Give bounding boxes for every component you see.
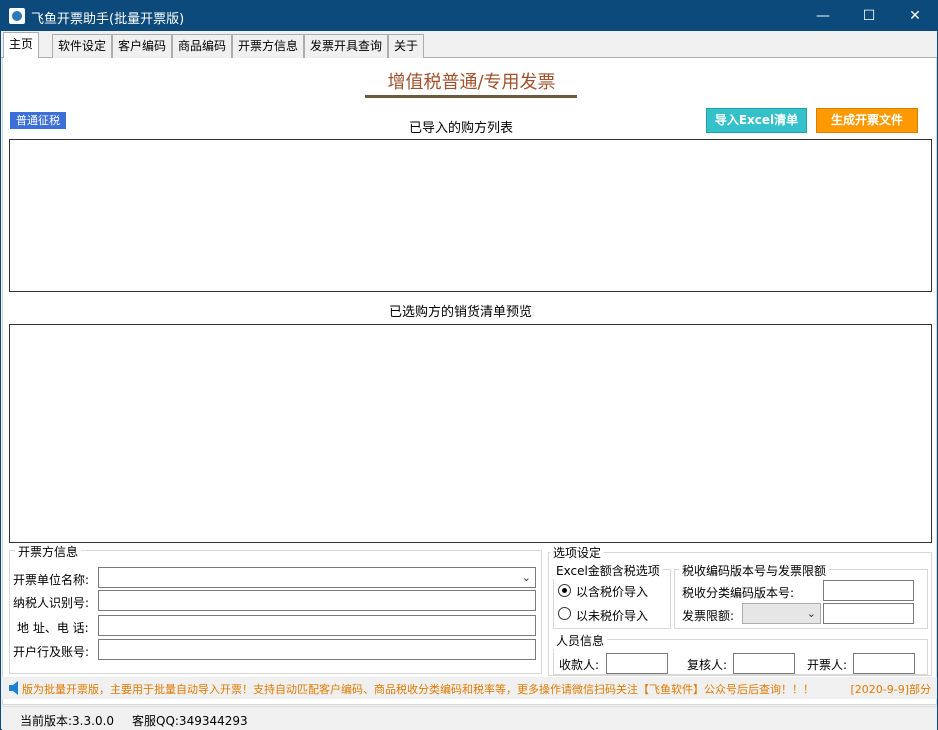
- window-title: 飞鱼开票助手(批量开票版): [31, 12, 185, 27]
- status-bar: 当前版本:3.3.0.0 客服QQ:349344293: [2, 706, 937, 730]
- tax-type-badge: 普通征税: [10, 112, 66, 129]
- bank-account-field[interactable]: [98, 639, 536, 660]
- page-heading: 增值税普通/专用发票: [387, 72, 556, 93]
- tab-issuer-info[interactable]: 开票方信息: [232, 34, 305, 58]
- maximize-icon: ☐: [862, 8, 876, 24]
- tax-inclusive-radio[interactable]: [558, 584, 571, 597]
- close-button[interactable]: ✕: [892, 1, 938, 31]
- bank-account-label: 开户行及账号:: [13, 645, 90, 659]
- app-window: 飞鱼开票助手(批量开票版) — ☐ ✕ 主页 软件设定 客户编码 商品编码 开票…: [0, 0, 938, 730]
- tab-customer-codes[interactable]: 客户编码: [112, 34, 173, 58]
- maximize-button[interactable]: ☐: [846, 1, 892, 31]
- taxpayer-id-label: 纳税人识别号:: [13, 596, 90, 610]
- app-icon: [9, 8, 25, 24]
- tab-invoice-query[interactable]: 发票开具查询: [304, 34, 389, 58]
- address-phone-label: 地 址、电 话:: [17, 621, 89, 635]
- tax-exclusive-radio[interactable]: [558, 607, 571, 620]
- tax-code-limit-title: 税收编码版本号与发票限额: [679, 562, 830, 579]
- buyer-list-label: 已导入的购方列表: [409, 121, 514, 136]
- tab-home[interactable]: 主页: [3, 32, 40, 59]
- generate-file-button[interactable]: 生成开票文件: [816, 108, 918, 133]
- notice-date: [2020-9-9]部分: [850, 683, 931, 696]
- title-bar[interactable]: 飞鱼开票助手(批量开票版) — ☐ ✕: [1, 1, 937, 31]
- tab-strip: 主页 软件设定 客户编码 商品编码 开票方信息 发票开具查询 关于: [1, 32, 937, 59]
- version-field[interactable]: [823, 580, 914, 601]
- taxpayer-id-field[interactable]: [98, 590, 536, 611]
- issuer-group-title: 开票方信息: [15, 543, 82, 560]
- reviewer-label: 复核人:: [687, 658, 728, 672]
- drawer-label: 开票人:: [807, 658, 848, 672]
- preview-label: 已选购方的销货清单预览: [389, 305, 533, 320]
- close-icon: ✕: [909, 8, 921, 24]
- excel-tax-option-title: Excel金额含税选项: [553, 562, 663, 579]
- limit-field[interactable]: [823, 603, 914, 624]
- minimize-icon: —: [816, 8, 830, 24]
- minimize-button[interactable]: —: [800, 1, 846, 31]
- payee-field[interactable]: [606, 653, 668, 674]
- tab-software-settings[interactable]: 软件设定: [52, 34, 113, 58]
- chevron-down-icon: ⌄: [521, 571, 531, 584]
- tab-about[interactable]: 关于: [388, 34, 425, 58]
- import-excel-button[interactable]: 导入Excel清单: [706, 108, 807, 133]
- version-label: 税收分类编码版本号:: [682, 586, 795, 600]
- heading-underline: [365, 95, 577, 98]
- buyer-list[interactable]: [9, 139, 932, 292]
- limit-label: 发票限额:: [682, 609, 735, 623]
- address-phone-field[interactable]: [98, 615, 536, 636]
- reviewer-field[interactable]: [733, 653, 795, 674]
- payee-label: 收款人:: [559, 658, 600, 672]
- version-status: 当前版本:3.3.0.0: [20, 714, 115, 728]
- drawer-field[interactable]: [853, 653, 915, 674]
- sales-list-preview[interactable]: [9, 324, 932, 543]
- tax-inclusive-label: 以含税价导入: [576, 585, 649, 599]
- tax-exclusive-label: 以未税价导入: [576, 609, 649, 623]
- limit-select[interactable]: ⌄: [742, 603, 821, 624]
- personnel-group-title: 人员信息: [553, 632, 608, 649]
- support-qq-status: 客服QQ:349344293: [132, 714, 248, 728]
- notice-text: 版为批量开票版，主要用于批量自动导入开票！支持自动匹配客户编码、商品税收分类编码…: [22, 683, 814, 696]
- chevron-down-icon: ⌄: [806, 607, 816, 620]
- options-group-title: 选项设定: [550, 544, 605, 561]
- company-name-label: 开票单位名称:: [13, 573, 90, 587]
- notice-bar: 版为批量开票版，主要用于批量自动导入开票！支持自动匹配客户编码、商品税收分类编码…: [2, 677, 937, 699]
- company-name-select[interactable]: ⌄: [98, 567, 536, 588]
- tab-product-codes[interactable]: 商品编码: [172, 34, 233, 58]
